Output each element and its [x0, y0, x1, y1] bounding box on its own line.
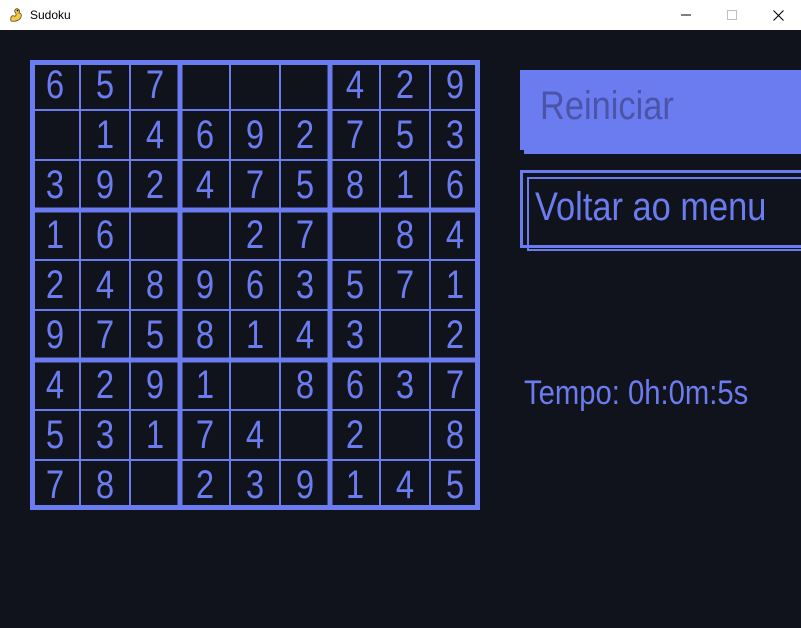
sudoku-cell[interactable]: 3: [435, 110, 476, 160]
sudoku-cell[interactable]: 1: [435, 260, 476, 310]
sudoku-cell[interactable]: 2: [35, 260, 76, 310]
sudoku-cell[interactable]: 7: [185, 410, 226, 460]
sudoku-cell[interactable]: 8: [385, 210, 426, 260]
sudoku-cell[interactable]: 8: [285, 360, 326, 410]
sudoku-cell[interactable]: [135, 210, 176, 260]
sudoku-cell[interactable]: 7: [285, 210, 326, 260]
sudoku-cell[interactable]: 7: [385, 260, 426, 310]
sudoku-cell[interactable]: 3: [235, 460, 276, 510]
game-canvas: 6574291469275339247581616278424896357197…: [0, 30, 801, 628]
sudoku-cell[interactable]: 7: [85, 310, 126, 360]
sudoku-cell[interactable]: 9: [435, 60, 476, 110]
sudoku-board: 6574291469275339247581616278424896357197…: [30, 60, 480, 510]
sudoku-cell[interactable]: 3: [285, 260, 326, 310]
window-title: Sudoku: [30, 8, 71, 22]
sudoku-cell[interactable]: 7: [35, 460, 76, 510]
sudoku-cell[interactable]: 2: [285, 110, 326, 160]
sudoku-cell[interactable]: 5: [385, 110, 426, 160]
sudoku-cell[interactable]: 1: [35, 210, 76, 260]
sudoku-cell[interactable]: 4: [235, 410, 276, 460]
sudoku-cell[interactable]: 4: [435, 210, 476, 260]
sudoku-cell[interactable]: 9: [135, 360, 176, 410]
sudoku-cell[interactable]: [235, 60, 276, 110]
sudoku-cell[interactable]: 5: [35, 410, 76, 460]
sudoku-cell[interactable]: 2: [435, 310, 476, 360]
sudoku-cell[interactable]: 3: [85, 410, 126, 460]
back-to-menu-button-label: Voltar ao menu: [535, 185, 767, 229]
title-bar: Sudoku: [0, 0, 801, 30]
sudoku-cell[interactable]: 1: [85, 110, 126, 160]
sudoku-cell[interactable]: [285, 60, 326, 110]
sudoku-cell[interactable]: 1: [335, 460, 376, 510]
back-to-menu-button[interactable]: Voltar ao menu: [520, 170, 801, 251]
minimize-icon: [681, 14, 691, 16]
close-icon: [772, 9, 784, 21]
sudoku-cell[interactable]: 2: [185, 460, 226, 510]
sudoku-cell[interactable]: 9: [35, 310, 76, 360]
sudoku-cell[interactable]: 4: [185, 160, 226, 210]
sudoku-cell[interactable]: 1: [235, 310, 276, 360]
sudoku-cell[interactable]: [235, 360, 276, 410]
sudoku-cell[interactable]: 4: [35, 360, 76, 410]
sudoku-cell[interactable]: 6: [85, 210, 126, 260]
sudoku-cell[interactable]: [385, 410, 426, 460]
sudoku-cell[interactable]: [35, 110, 76, 160]
maximize-button[interactable]: [709, 0, 755, 30]
sudoku-cell[interactable]: 7: [235, 160, 276, 210]
reset-button[interactable]: Reiniciar: [520, 70, 801, 150]
sudoku-cell[interactable]: 3: [335, 310, 376, 360]
sudoku-cell[interactable]: 3: [385, 360, 426, 410]
sudoku-cell[interactable]: 6: [335, 360, 376, 410]
sudoku-cell[interactable]: 4: [285, 310, 326, 360]
sudoku-cell[interactable]: 4: [85, 260, 126, 310]
sudoku-cell[interactable]: 1: [135, 410, 176, 460]
sudoku-cell[interactable]: 8: [185, 310, 226, 360]
sudoku-cell[interactable]: 9: [185, 260, 226, 310]
sudoku-cell[interactable]: 4: [385, 460, 426, 510]
sudoku-cell[interactable]: 4: [335, 60, 376, 110]
sudoku-cell[interactable]: [335, 210, 376, 260]
sudoku-cell[interactable]: 7: [435, 360, 476, 410]
reset-button-shadow: [524, 150, 801, 154]
sudoku-cell[interactable]: 9: [85, 160, 126, 210]
maximize-icon: [727, 10, 737, 20]
sudoku-cell[interactable]: 1: [185, 360, 226, 410]
sudoku-cell[interactable]: 8: [435, 410, 476, 460]
elapsed-time: Tempo: 0h:0m:5s: [524, 374, 749, 412]
sudoku-cell[interactable]: 6: [35, 60, 76, 110]
reset-button-label: Reiniciar: [540, 84, 674, 128]
sudoku-cell[interactable]: [135, 460, 176, 510]
sudoku-cell[interactable]: 5: [135, 310, 176, 360]
sudoku-cell[interactable]: 6: [185, 110, 226, 160]
sudoku-cell[interactable]: [185, 210, 226, 260]
sudoku-cell[interactable]: 7: [335, 110, 376, 160]
sudoku-cell[interactable]: 6: [435, 160, 476, 210]
sudoku-cell[interactable]: 8: [335, 160, 376, 210]
sudoku-cell[interactable]: 8: [135, 260, 176, 310]
sudoku-cell[interactable]: 2: [335, 410, 376, 460]
sudoku-cell[interactable]: 6: [235, 260, 276, 310]
sudoku-cell[interactable]: [285, 410, 326, 460]
sudoku-cell[interactable]: 5: [435, 460, 476, 510]
sudoku-cell[interactable]: 5: [285, 160, 326, 210]
sudoku-cell[interactable]: 9: [285, 460, 326, 510]
sudoku-cell[interactable]: [385, 310, 426, 360]
sudoku-cell[interactable]: 3: [35, 160, 76, 210]
sudoku-cell[interactable]: 2: [385, 60, 426, 110]
minimize-button[interactable]: [663, 0, 709, 30]
sudoku-cell[interactable]: 9: [235, 110, 276, 160]
pygame-snake-icon: [8, 7, 24, 23]
close-button[interactable]: [755, 0, 801, 30]
sudoku-cell[interactable]: 2: [135, 160, 176, 210]
sudoku-cell[interactable]: 1: [385, 160, 426, 210]
sudoku-cell[interactable]: 5: [335, 260, 376, 310]
sudoku-cell[interactable]: [185, 60, 226, 110]
sudoku-cell[interactable]: 5: [85, 60, 126, 110]
sudoku-cell[interactable]: 2: [235, 210, 276, 260]
sudoku-cell[interactable]: 7: [135, 60, 176, 110]
sudoku-cell[interactable]: 8: [85, 460, 126, 510]
sudoku-cell[interactable]: 2: [85, 360, 126, 410]
sudoku-cell[interactable]: 4: [135, 110, 176, 160]
